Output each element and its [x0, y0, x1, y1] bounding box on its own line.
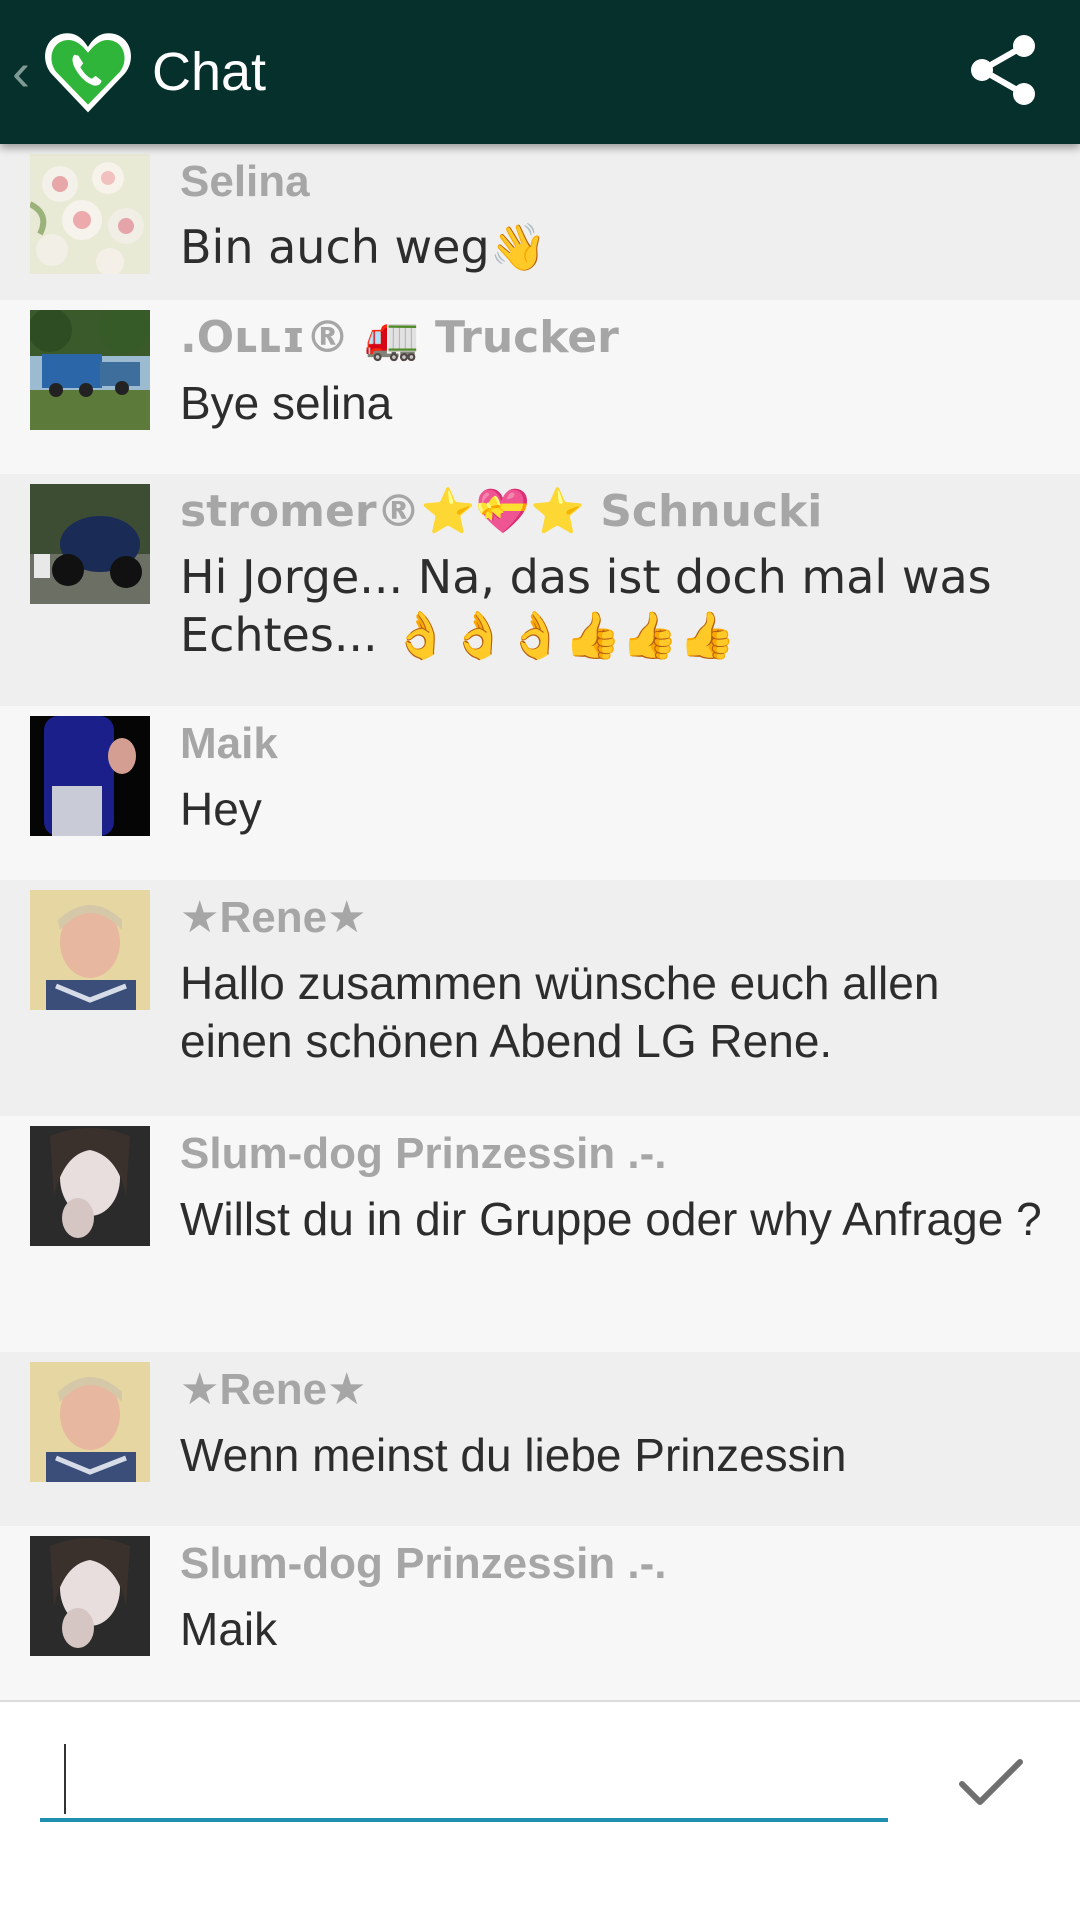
- message-text: Hi Jorge... Na, das ist doch mal was Ech…: [180, 550, 992, 662]
- heart-phone-logo[interactable]: [40, 24, 136, 120]
- message-text: Hallo zusammen wünsche euch allen einen …: [180, 957, 940, 1067]
- sender-name: stromer®⭐💝⭐ Schnucki: [180, 486, 823, 537]
- avatar[interactable]: [30, 154, 150, 274]
- message-text: Bin auch weg👋: [180, 220, 547, 274]
- chat-message[interactable]: .Oʟʟɪ® 🚛 Trucker Bye selina: [0, 300, 1080, 474]
- chat-feed[interactable]: Selina Bin auch weg👋 .Oʟʟɪ® 🚛 Trucker By…: [0, 144, 1080, 1700]
- sender-name: Slum-dog Prinzessin .-.: [180, 1129, 667, 1178]
- avatar[interactable]: [30, 1536, 150, 1656]
- app-bar: ‹ Chat: [0, 0, 1080, 144]
- sender-name: Maik: [180, 719, 278, 768]
- chat-message[interactable]: Slum-dog Prinzessin .-. Maik: [0, 1526, 1080, 1700]
- avatar[interactable]: [30, 484, 150, 604]
- text-caret: [64, 1744, 66, 1814]
- sender-name: Slum-dog Prinzessin .-.: [180, 1539, 667, 1588]
- message-input[interactable]: [40, 1742, 888, 1822]
- page-title: Chat: [152, 42, 267, 102]
- sender-name: Selina: [180, 157, 310, 206]
- message-composer: [0, 1700, 1080, 1922]
- chat-message[interactable]: Maik Hey: [0, 706, 1080, 880]
- avatar[interactable]: [30, 716, 150, 836]
- sender-name: .Oʟʟɪ® 🚛 Trucker: [180, 312, 619, 363]
- avatar[interactable]: [30, 890, 150, 1010]
- share-icon[interactable]: [964, 32, 1040, 108]
- message-text: Maik: [180, 1603, 278, 1655]
- chat-message[interactable]: ★Rene★ Hallo zusammen wünsche euch allen…: [0, 880, 1080, 1116]
- sender-name: ★Rene★: [180, 1365, 367, 1414]
- message-text: Willst du in dir Gruppe oder why Anfrage…: [180, 1193, 1042, 1245]
- checkmark-icon[interactable]: [956, 1746, 1026, 1816]
- chat-message[interactable]: stromer®⭐💝⭐ Schnucki Hi Jorge... Na, das…: [0, 474, 1080, 706]
- chat-message[interactable]: Selina Bin auch weg👋: [0, 144, 1080, 300]
- chevron-left-icon[interactable]: ‹: [12, 45, 36, 99]
- message-text: Bye selina: [180, 377, 393, 429]
- chat-message[interactable]: ★Rene★ Wenn meinst du liebe Prinzessin: [0, 1352, 1080, 1526]
- avatar[interactable]: [30, 310, 150, 430]
- sender-name: ★Rene★: [180, 893, 367, 942]
- message-text: Hey: [180, 783, 262, 835]
- message-text: Wenn meinst du liebe Prinzessin: [180, 1429, 847, 1481]
- avatar[interactable]: [30, 1362, 150, 1482]
- chat-message[interactable]: Slum-dog Prinzessin .-. Willst du in dir…: [0, 1116, 1080, 1352]
- avatar[interactable]: [30, 1126, 150, 1246]
